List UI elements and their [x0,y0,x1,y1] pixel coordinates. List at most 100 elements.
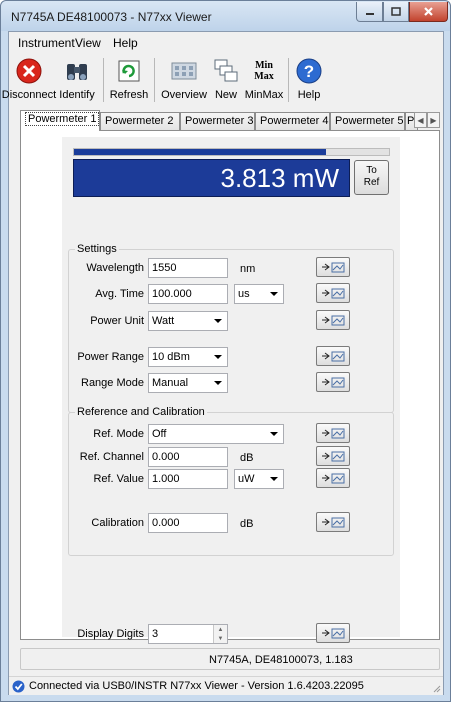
apply-icon [322,351,345,362]
power-progress-fill [74,149,326,155]
range-mode-label: Range Mode [81,377,144,389]
window-title: N7745A DE48100073 - N77xx Viewer [11,10,212,24]
disconnect-label: Disconnect [1,89,57,101]
maximize-button[interactable] [383,2,409,22]
instrument-info-box: N7745A, DE48100073, 1.183 [20,648,440,670]
tab-powermeter-4[interactable]: Powermeter 4 [255,112,330,130]
overview-button[interactable]: Overview [158,54,210,106]
refresh-button[interactable]: Refresh [107,54,151,106]
apply-icon [322,288,345,299]
apply-icon [322,517,345,528]
menu-help[interactable]: Help [113,36,138,50]
apply-icon [322,262,345,273]
power-unit-apply-button[interactable] [316,310,350,330]
app-window: N7745A DE48100073 - N77xx Viewer Instrum… [0,0,451,702]
instrument-info-text: N7745A, DE48100073, 1.183 [209,654,353,666]
display-digits-stepper[interactable]: 3 ▲ ▼ [148,624,228,644]
help-button[interactable]: ? Help [292,54,326,106]
maximize-icon [391,7,401,16]
ref-mode-label: Ref. Mode [93,428,144,440]
close-button[interactable] [409,2,448,22]
display-digits-spin[interactable]: ▲ ▼ [213,625,227,643]
disconnect-button[interactable]: Disconnect [1,54,57,106]
avg-time-input[interactable]: 100.000 [148,284,228,304]
power-range-label: Power Range [77,351,144,363]
settings-legend: Settings [75,243,119,255]
calibration-apply-button[interactable] [316,512,350,532]
binoculars-icon [64,58,90,84]
minmax-icon-bottom: Max [254,71,274,82]
spin-down-icon[interactable]: ▼ [214,634,227,643]
wavelength-label: Wavelength [86,262,144,274]
calibration-unit: dB [240,518,254,530]
ref-value-input[interactable]: 1.000 [148,469,228,489]
menu-view[interactable]: View [75,36,101,50]
tab-powermeter-3[interactable]: Powermeter 3 [180,112,255,130]
refresh-icon [116,58,142,84]
help-icon: ? [296,58,322,84]
identify-button[interactable]: Identify [55,54,99,106]
power-readout: 3.813 mW [73,159,350,197]
calibration-input[interactable]: 0.000 [148,513,228,533]
toolbar: Disconnect Identify Refresh Overview New… [2,52,443,108]
new-window-icon [213,58,239,84]
title-bar[interactable]: N7745A DE48100073 - N77xx Viewer [1,1,450,31]
apply-icon [322,428,345,439]
tab-scroll-left-icon[interactable]: ◀ [414,112,427,128]
display-digits-apply-button[interactable] [316,623,350,643]
range-mode-select[interactable]: Manual [148,373,228,393]
reference-calibration-legend: Reference and Calibration [75,406,207,418]
to-ref-label-2: Ref [363,177,380,188]
wavelength-input[interactable]: 1550 [148,258,228,278]
power-progress-bar [73,148,390,156]
ref-mode-apply-button[interactable] [316,423,350,443]
menu-instrument[interactable]: Instrument [18,36,75,50]
ref-channel-apply-button[interactable] [316,446,350,466]
powermeter-panel: 3.813 mW To Ref Settings Wavelength 1550… [62,137,400,644]
minmax-icon-top: Min [255,60,273,71]
display-digits-value: 3 [152,628,159,640]
ref-mode-select[interactable]: Off [148,424,284,444]
tab-powermeter-2[interactable]: Powermeter 2 [100,112,180,130]
power-unit-label: Power Unit [90,315,144,327]
toolbar-separator [154,58,155,102]
tab-powermeter-1[interactable]: Powermeter 1 [20,110,100,131]
ref-value-label: Ref. Value [93,473,144,485]
connected-check-icon [12,680,25,693]
ref-value-apply-button[interactable] [316,468,350,488]
range-mode-apply-button[interactable] [316,372,350,392]
help-label: Help [297,89,321,101]
apply-icon [322,473,345,484]
avg-time-unit-select[interactable]: us [234,284,284,304]
to-ref-label-1: To [366,165,377,176]
ref-channel-input[interactable]: 0.000 [148,447,228,467]
to-ref-button[interactable]: To Ref [354,160,389,195]
menu-bar: Instrument View Help [9,32,443,52]
spin-up-icon[interactable]: ▲ [214,625,227,634]
wavelength-apply-button[interactable] [316,257,350,277]
tab-scroll-right-icon[interactable]: ▶ [427,112,440,128]
power-unit-select[interactable]: Watt [148,311,228,331]
close-icon [424,7,433,16]
minmax-icon: Min Max [251,58,277,84]
status-bar: Connected via USB0/INSTR N77xx Viewer - … [9,676,443,695]
ref-value-unit-select[interactable]: uW [234,469,284,489]
power-range-select[interactable]: 10 dBm [148,347,228,367]
calibration-label: Calibration [91,517,144,529]
new-button[interactable]: New [210,54,242,106]
power-range-apply-button[interactable] [316,346,350,366]
avg-time-apply-button[interactable] [316,283,350,303]
client-area: Instrument View Help Disconnect Identify [2,31,444,695]
refresh-label: Refresh [109,89,149,101]
tab-strip: Powermeter 1 Powermeter 2 Powermeter 3 P… [20,110,440,131]
display-digits-label: Display Digits [77,628,144,640]
apply-icon [322,451,345,462]
tab-powermeter-5[interactable]: Powermeter 5 [330,112,405,130]
minimize-button[interactable] [356,2,383,22]
disconnect-icon [16,58,42,84]
resize-grip-icon[interactable] [431,683,441,693]
new-label: New [214,89,237,101]
status-text: Connected via USB0/INSTR N77xx Viewer - … [29,680,364,692]
minmax-button[interactable]: Min Max MinMax [242,54,286,106]
identify-label: Identify [59,89,95,101]
